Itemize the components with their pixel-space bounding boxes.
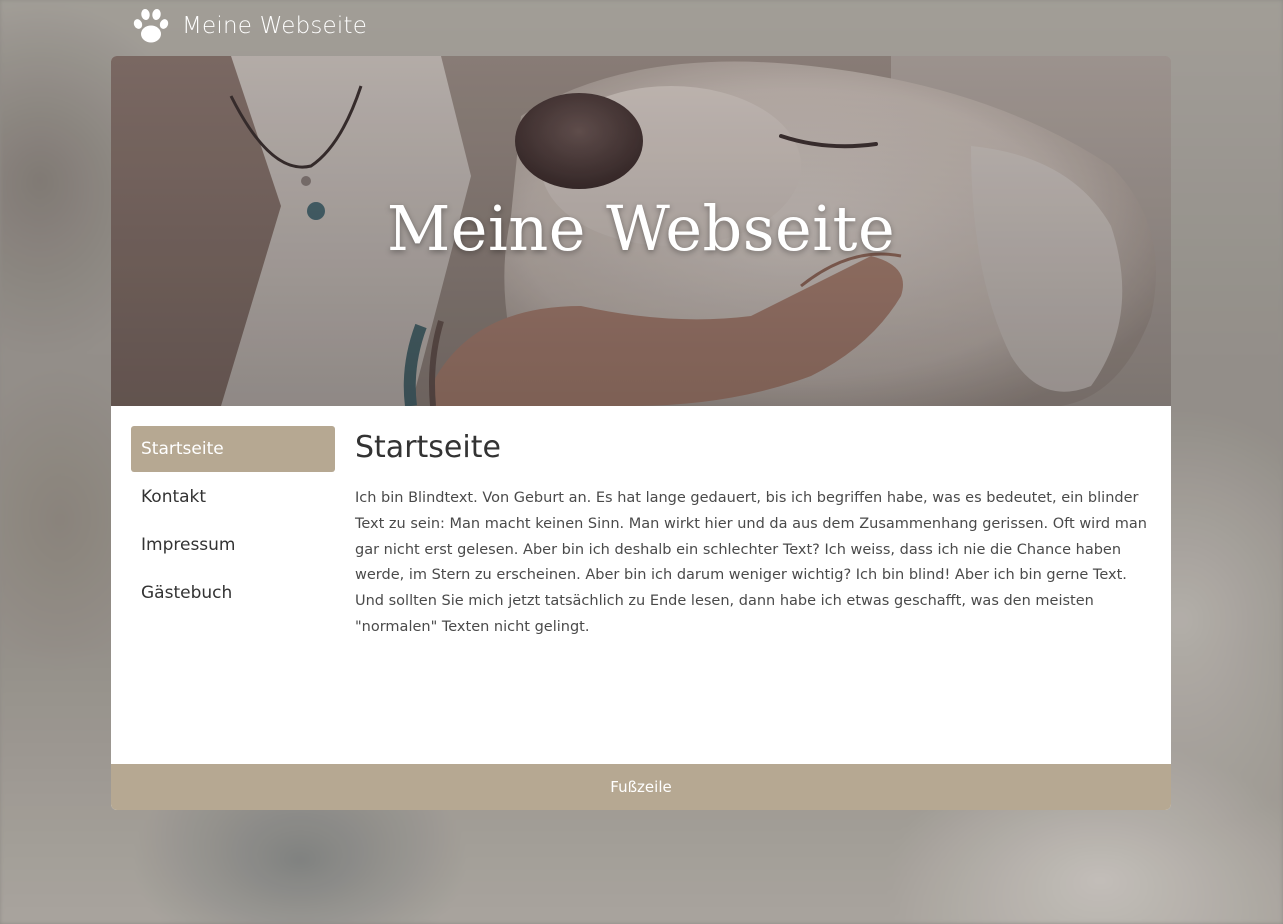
page-footer: Fußzeile <box>111 764 1171 810</box>
page-title: Startseite <box>355 430 501 465</box>
site-title-link[interactable]: Meine Webseite <box>182 13 367 39</box>
main-content: Startseite Ich bin Blindtext. Von Geburt… <box>355 424 1151 641</box>
main-card: Meine Webseite Startseite Kontakt Impres… <box>111 56 1171 810</box>
hero-title: Meine Webseite <box>386 192 896 265</box>
nav-item-impressum[interactable]: Impressum <box>131 522 335 568</box>
site-header: Meine Webseite <box>130 6 367 46</box>
nav-item-kontakt[interactable]: Kontakt <box>131 474 335 520</box>
hero-banner: Meine Webseite <box>111 56 1171 406</box>
paw-icon[interactable] <box>130 5 172 47</box>
body-text: Ich bin Blindtext. Von Geburt an. Es hat… <box>355 490 1147 635</box>
nav-item-startseite[interactable]: Startseite <box>131 426 335 472</box>
sidebar-nav: Startseite Kontakt Impressum Gästebuch <box>131 426 335 618</box>
nav-item-gaestebuch[interactable]: Gästebuch <box>131 570 335 616</box>
